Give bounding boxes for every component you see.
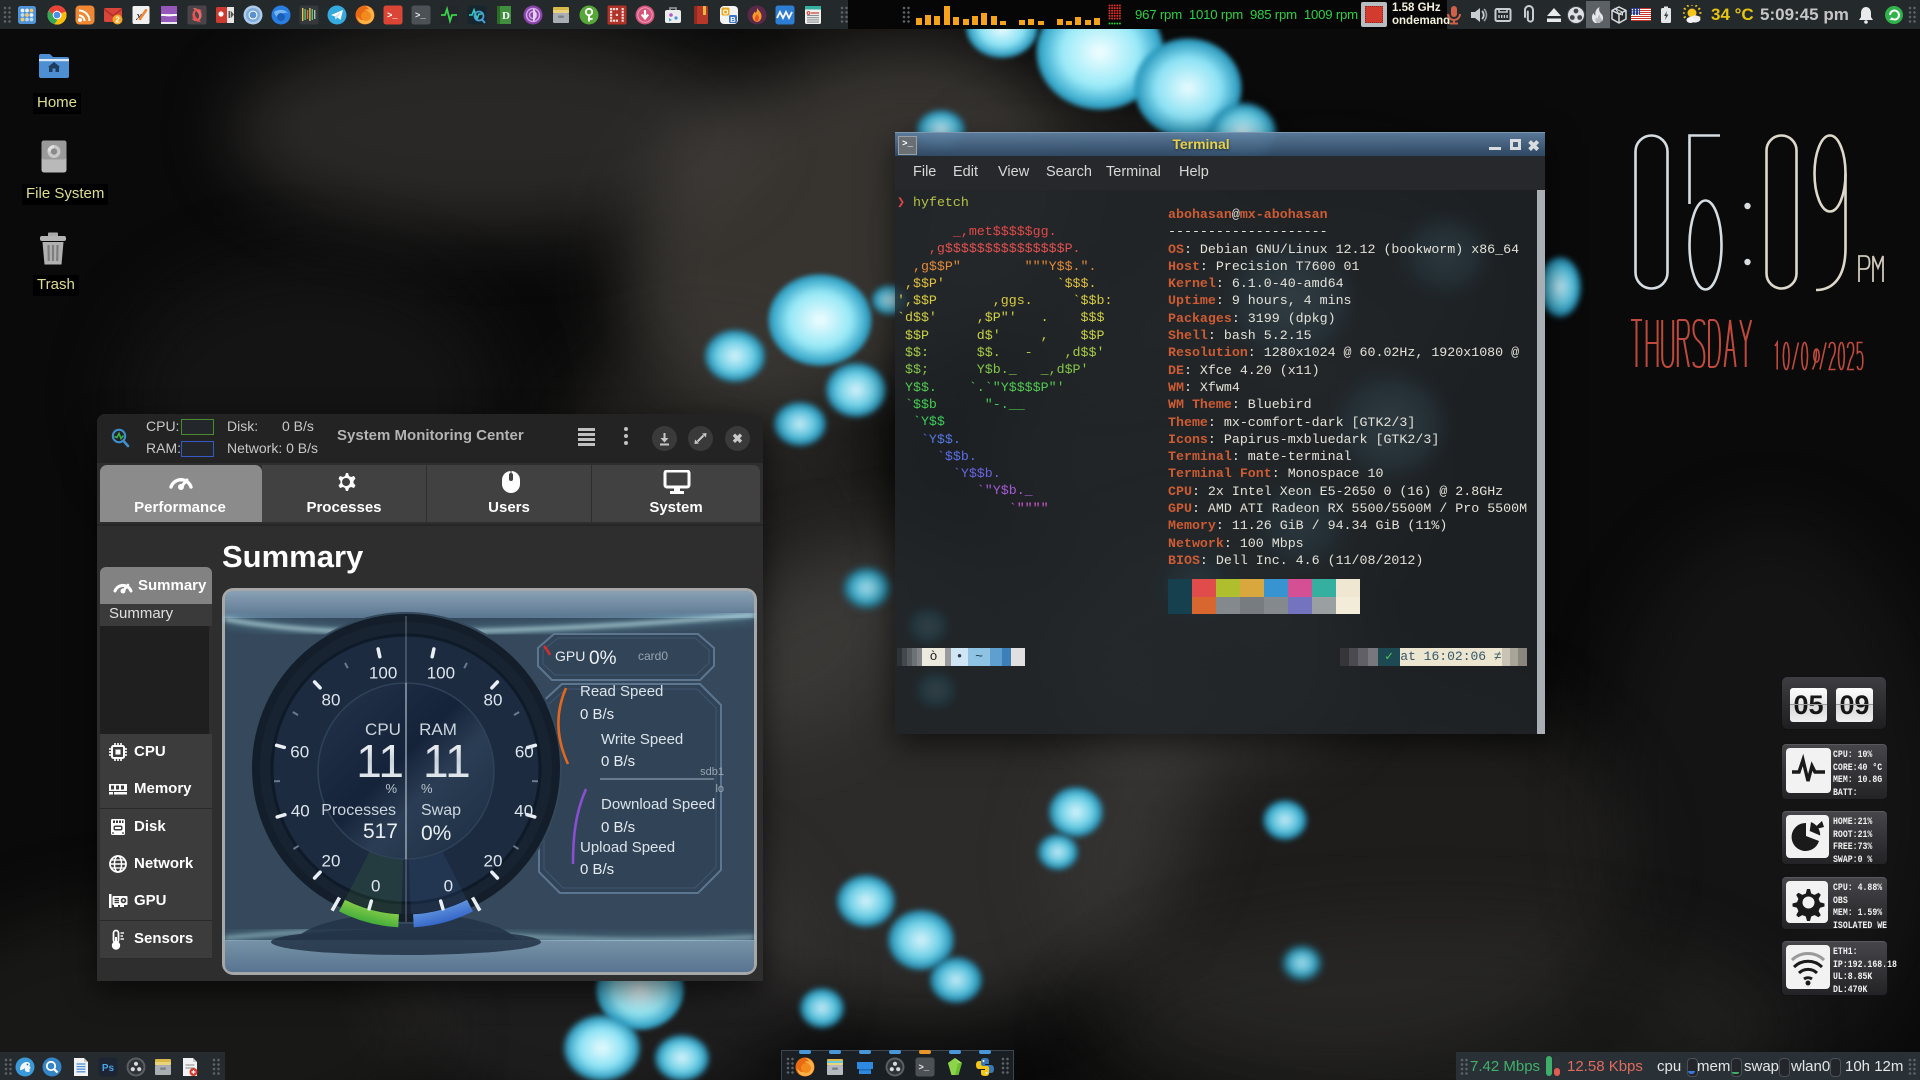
svg-text:sdb1: sdb1 (700, 766, 724, 778)
svg-text:0%: 0% (421, 822, 451, 845)
svg-text:Processes: Processes (321, 802, 396, 819)
svg-text:40: 40 (291, 801, 310, 820)
svg-text:Swap: Swap (421, 802, 461, 819)
svg-text:2: 2 (115, 16, 120, 25)
svg-text:100: 100 (427, 663, 455, 682)
svg-text:Ps: Ps (102, 1063, 115, 1074)
svg-text:40: 40 (514, 801, 533, 820)
svg-text:517: 517 (363, 820, 398, 843)
svg-text:>_: >_ (919, 1063, 930, 1073)
svg-text:0 B/s: 0 B/s (601, 753, 635, 770)
svg-text:D: D (502, 10, 510, 22)
svg-text:0: 0 (444, 877, 453, 896)
svg-text:Download Speed: Download Speed (601, 796, 715, 813)
svg-text:80: 80 (322, 691, 341, 710)
svg-text:GPU: GPU (555, 648, 585, 664)
svg-text:Upload Speed: Upload Speed (580, 839, 675, 856)
svg-text:60: 60 (290, 743, 309, 762)
svg-text:lo: lo (715, 783, 724, 795)
svg-text:0 B/s: 0 B/s (601, 819, 635, 836)
svg-text:100: 100 (369, 663, 397, 682)
svg-text:%: % (421, 781, 433, 796)
svg-text:0 B/s: 0 B/s (580, 706, 614, 723)
svg-text:B: B (730, 15, 736, 24)
svg-text:card0: card0 (638, 649, 668, 663)
svg-text:>_: >_ (415, 11, 426, 21)
svg-text:11: 11 (423, 735, 471, 787)
svg-text:0 B/s: 0 B/s (580, 861, 614, 878)
svg-text:60: 60 (515, 743, 534, 762)
svg-text:%: % (385, 781, 397, 796)
svg-text:O: O (723, 8, 729, 17)
svg-text:Read Speed: Read Speed (580, 683, 663, 700)
svg-text:0%: 0% (589, 648, 617, 669)
svg-text:>_: >_ (387, 11, 398, 21)
svg-text:20: 20 (322, 851, 341, 870)
svg-text:80: 80 (484, 691, 503, 710)
svg-text:Write Speed: Write Speed (601, 731, 683, 748)
svg-text:20: 20 (484, 851, 503, 870)
svg-text:11: 11 (356, 735, 404, 787)
svg-text:0: 0 (371, 877, 380, 896)
